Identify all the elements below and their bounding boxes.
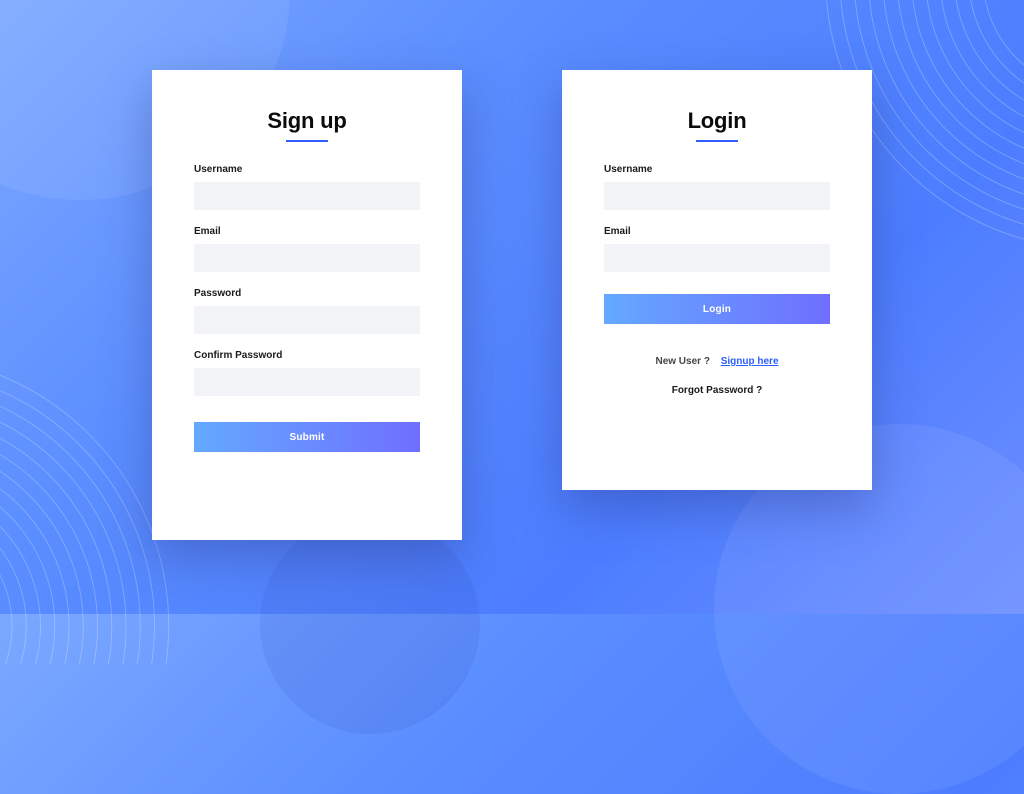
signup-email-input[interactable] <box>194 244 420 272</box>
signup-submit-button[interactable]: Submit <box>194 422 420 452</box>
signup-here-link[interactable]: Signup here <box>721 356 779 367</box>
stage: Sign up Username Email Password Confirm … <box>0 0 1024 614</box>
signup-username-label: Username <box>194 164 420 175</box>
login-email-input[interactable] <box>604 244 830 272</box>
new-user-text: New User ? <box>655 356 709 367</box>
login-card: Login Username Email Login New User ? Si… <box>562 70 872 490</box>
login-username-label: Username <box>604 164 830 175</box>
signup-password-label: Password <box>194 288 420 299</box>
login-title-underline <box>696 140 738 142</box>
signup-password-input[interactable] <box>194 306 420 334</box>
login-username-input[interactable] <box>604 182 830 210</box>
signup-card: Sign up Username Email Password Confirm … <box>152 70 462 540</box>
signup-prompt-row: New User ? Signup here <box>604 356 830 367</box>
forgot-password-link[interactable]: Forgot Password ? <box>672 385 763 396</box>
login-title: Login <box>604 108 830 134</box>
signup-username-input[interactable] <box>194 182 420 210</box>
signup-confirm-password-input[interactable] <box>194 368 420 396</box>
signup-title-underline <box>286 140 328 142</box>
signup-title: Sign up <box>194 108 420 134</box>
login-email-label: Email <box>604 226 830 237</box>
signup-email-label: Email <box>194 226 420 237</box>
signup-confirm-password-label: Confirm Password <box>194 350 420 361</box>
login-submit-button[interactable]: Login <box>604 294 830 324</box>
